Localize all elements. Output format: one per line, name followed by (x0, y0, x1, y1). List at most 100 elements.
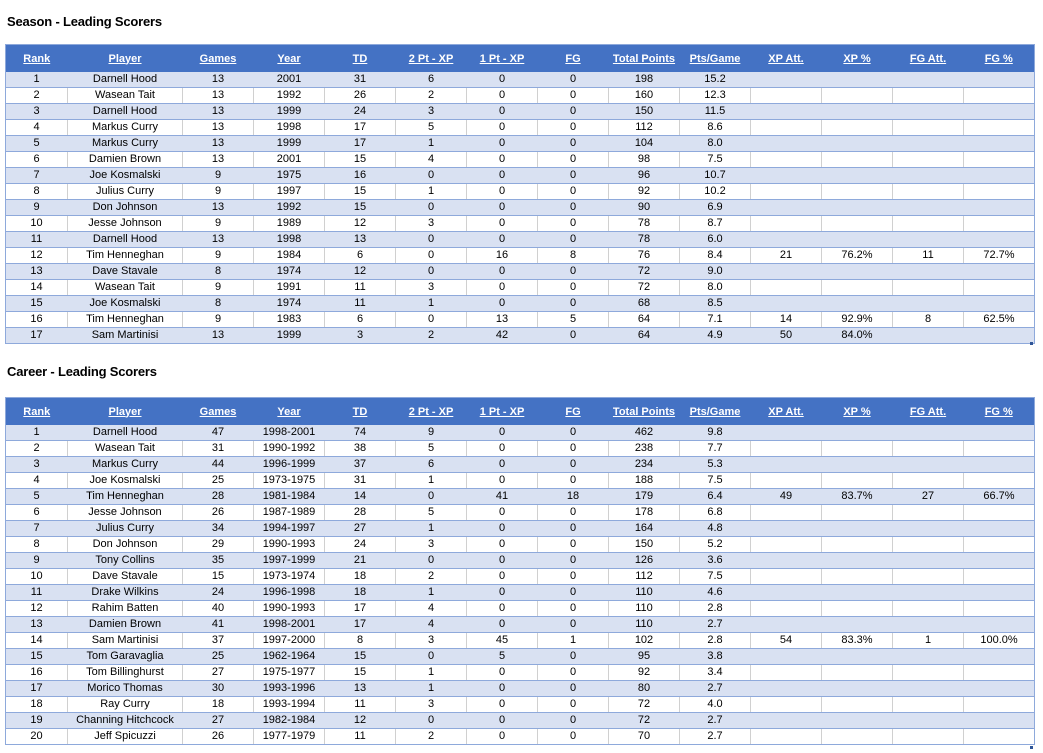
cell-year[interactable]: 1997 (253, 183, 325, 200)
cell-fg[interactable]: 0 (537, 456, 609, 473)
column-header-xp-att[interactable]: XP Att. (750, 44, 822, 72)
cell-xp-pct[interactable] (821, 279, 893, 296)
cell-fg[interactable]: 0 (537, 87, 609, 104)
cell-rank[interactable]: 7 (5, 167, 68, 184)
cell-total-points[interactable]: 72 (608, 263, 680, 280)
cell-td[interactable]: 24 (324, 103, 396, 120)
cell-td[interactable]: 27 (324, 520, 396, 537)
cell-xp-pct[interactable] (821, 584, 893, 601)
cell-player[interactable]: Joe Kosmalski (67, 167, 183, 184)
cell-total-points[interactable]: 72 (608, 696, 680, 713)
cell-fg-pct[interactable] (963, 536, 1035, 553)
cell-fg-att[interactable] (892, 664, 964, 681)
cell-games[interactable]: 8 (182, 263, 254, 280)
cell-player[interactable]: Jesse Johnson (67, 504, 183, 521)
cell-xp-att[interactable] (750, 600, 822, 617)
cell-two-pt-xp[interactable]: 2 (395, 568, 467, 585)
cell-total-points[interactable]: 90 (608, 199, 680, 216)
cell-one-pt-xp[interactable]: 0 (466, 584, 538, 601)
cell-two-pt-xp[interactable]: 0 (395, 263, 467, 280)
cell-xp-att[interactable] (750, 440, 822, 457)
cell-fg-att[interactable]: 1 (892, 632, 964, 649)
cell-xp-att[interactable] (750, 712, 822, 729)
cell-one-pt-xp[interactable]: 0 (466, 215, 538, 232)
cell-fg[interactable]: 0 (537, 295, 609, 312)
cell-two-pt-xp[interactable]: 1 (395, 520, 467, 537)
cell-fg-pct[interactable] (963, 568, 1035, 585)
cell-xp-pct[interactable] (821, 728, 893, 745)
cell-fg[interactable]: 0 (537, 167, 609, 184)
cell-xp-att[interactable] (750, 103, 822, 120)
cell-fg-att[interactable] (892, 103, 964, 120)
cell-rank[interactable]: 13 (5, 616, 68, 633)
cell-player[interactable]: Ray Curry (67, 696, 183, 713)
cell-player[interactable]: Don Johnson (67, 199, 183, 216)
cell-xp-pct[interactable] (821, 504, 893, 521)
cell-rank[interactable]: 19 (5, 712, 68, 729)
cell-pts-per-game[interactable]: 10.7 (679, 167, 751, 184)
cell-xp-att[interactable]: 50 (750, 327, 822, 344)
cell-rank[interactable]: 17 (5, 680, 68, 697)
cell-one-pt-xp[interactable]: 0 (466, 536, 538, 553)
cell-rank[interactable]: 3 (5, 103, 68, 120)
cell-xp-pct[interactable] (821, 231, 893, 248)
cell-player[interactable]: Markus Curry (67, 456, 183, 473)
cell-xp-pct[interactable] (821, 87, 893, 104)
cell-rank[interactable]: 15 (5, 295, 68, 312)
cell-pts-per-game[interactable]: 6.9 (679, 199, 751, 216)
cell-player[interactable]: Sam Martinisi (67, 327, 183, 344)
cell-xp-att[interactable] (750, 295, 822, 312)
cell-td[interactable]: 17 (324, 616, 396, 633)
cell-two-pt-xp[interactable]: 2 (395, 87, 467, 104)
cell-total-points[interactable]: 64 (608, 311, 680, 328)
cell-fg-pct[interactable] (963, 263, 1035, 280)
cell-fg-att[interactable]: 27 (892, 488, 964, 505)
column-header-fg[interactable]: FG (537, 44, 609, 72)
cell-games[interactable]: 31 (182, 440, 254, 457)
cell-games[interactable]: 25 (182, 472, 254, 489)
cell-fg-pct[interactable] (963, 648, 1035, 665)
column-header-total-points[interactable]: Total Points (608, 44, 680, 72)
cell-fg[interactable]: 0 (537, 696, 609, 713)
cell-one-pt-xp[interactable]: 0 (466, 263, 538, 280)
cell-year[interactable]: 1990-1992 (253, 440, 325, 457)
cell-games[interactable]: 44 (182, 456, 254, 473)
cell-td[interactable]: 6 (324, 247, 396, 264)
cell-total-points[interactable]: 102 (608, 632, 680, 649)
cell-player[interactable]: Darnell Hood (67, 231, 183, 248)
cell-td[interactable]: 13 (324, 680, 396, 697)
cell-games[interactable]: 37 (182, 632, 254, 649)
cell-player[interactable]: Wasean Tait (67, 440, 183, 457)
cell-xp-pct[interactable] (821, 552, 893, 569)
cell-player[interactable]: Jeff Spicuzzi (67, 728, 183, 745)
column-header-games[interactable]: Games (182, 397, 254, 425)
column-header-rank[interactable]: Rank (5, 44, 68, 72)
cell-td[interactable]: 28 (324, 504, 396, 521)
cell-fg-pct[interactable] (963, 552, 1035, 569)
cell-games[interactable]: 34 (182, 520, 254, 537)
cell-year[interactable]: 1998 (253, 231, 325, 248)
cell-td[interactable]: 15 (324, 183, 396, 200)
cell-one-pt-xp[interactable]: 45 (466, 632, 538, 649)
cell-rank[interactable]: 18 (5, 696, 68, 713)
cell-rank[interactable]: 10 (5, 215, 68, 232)
cell-games[interactable]: 13 (182, 87, 254, 104)
cell-pts-per-game[interactable]: 2.7 (679, 728, 751, 745)
cell-games[interactable]: 40 (182, 600, 254, 617)
cell-td[interactable]: 15 (324, 664, 396, 681)
cell-fg[interactable]: 0 (537, 552, 609, 569)
cell-xp-pct[interactable] (821, 440, 893, 457)
cell-fg[interactable]: 8 (537, 247, 609, 264)
cell-xp-pct[interactable] (821, 456, 893, 473)
cell-one-pt-xp[interactable]: 0 (466, 696, 538, 713)
cell-rank[interactable]: 2 (5, 440, 68, 457)
cell-fg-pct[interactable]: 66.7% (963, 488, 1035, 505)
cell-total-points[interactable]: 72 (608, 279, 680, 296)
cell-fg-att[interactable] (892, 425, 964, 441)
cell-xp-att[interactable] (750, 696, 822, 713)
cell-games[interactable]: 9 (182, 311, 254, 328)
cell-td[interactable]: 11 (324, 295, 396, 312)
cell-fg-pct[interactable] (963, 664, 1035, 681)
cell-fg[interactable]: 0 (537, 72, 609, 88)
cell-two-pt-xp[interactable]: 3 (395, 103, 467, 120)
